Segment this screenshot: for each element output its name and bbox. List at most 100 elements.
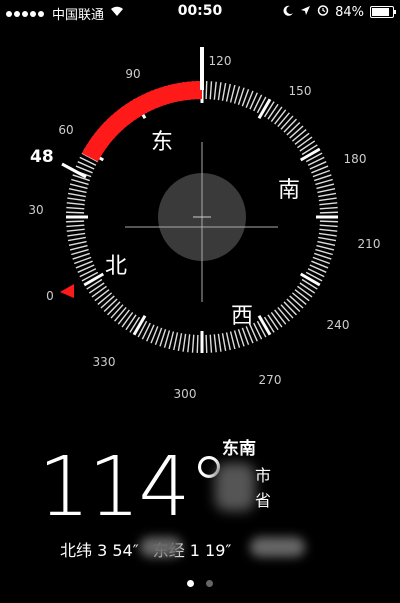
compass-tick <box>299 272 321 287</box>
heading-sector <box>81 81 202 162</box>
compass-tick <box>318 197 337 202</box>
compass-tick <box>316 244 335 251</box>
compass-tick <box>286 122 301 136</box>
compass-tick <box>191 334 195 353</box>
compass-tick <box>100 295 115 309</box>
compass-tick <box>97 292 113 305</box>
degree-label-240: 240 <box>327 318 350 332</box>
compass-tick <box>319 206 338 210</box>
compass-tick <box>71 248 89 256</box>
compass-tick <box>88 282 105 294</box>
compass-tick <box>291 292 307 305</box>
compass-tick <box>107 301 121 316</box>
degree-label-0: 0 <box>46 289 54 303</box>
compass-tick <box>283 118 297 133</box>
compass-tick <box>274 309 287 325</box>
compass-tick <box>299 140 316 152</box>
compass-tick <box>267 103 279 120</box>
cardinal-west: 西 <box>231 304 253 329</box>
city-label: 市 <box>255 466 272 485</box>
cardinal-east: 东 <box>151 130 173 155</box>
compass-tick <box>221 333 227 352</box>
latitude: 北纬 3 54″ <box>60 541 139 560</box>
compass-tick <box>187 334 191 353</box>
province-label: 省 <box>255 491 272 510</box>
compass-tick <box>270 312 283 328</box>
compass-tick <box>67 197 86 202</box>
compass-tick <box>66 202 85 206</box>
heading-degrees: 114° <box>38 440 230 535</box>
battery-icon <box>370 6 396 18</box>
alarm-icon <box>317 4 329 20</box>
compass-tick <box>233 330 241 348</box>
compass-tick <box>83 272 105 287</box>
compass-tick <box>66 211 85 214</box>
compass-tick <box>319 220 338 223</box>
degree-label-120: 120 <box>209 54 232 68</box>
page-dot-2[interactable] <box>205 580 213 587</box>
compass-tick <box>286 298 301 312</box>
compass-tick <box>221 82 227 101</box>
compass-tick <box>318 236 337 242</box>
compass-tick <box>114 306 127 322</box>
cardinal-north: 北 <box>105 254 127 279</box>
compass-tick <box>67 232 86 237</box>
compass-tick <box>117 309 130 325</box>
compass-tick <box>196 334 199 353</box>
degree-label-30: 30 <box>28 203 43 217</box>
battery-percent: 84% <box>335 4 364 20</box>
compass-tick <box>229 331 236 350</box>
compass-tick <box>125 314 137 331</box>
degree-label-300: 300 <box>174 387 197 401</box>
compass-tick <box>315 178 333 186</box>
degree-label-210: 210 <box>358 237 381 251</box>
compass-tick <box>319 202 338 206</box>
moon-icon <box>283 5 294 20</box>
degree-label-150: 150 <box>289 84 312 98</box>
compass-tick <box>291 129 307 142</box>
compass-tick <box>297 285 313 298</box>
compass-dial[interactable]: 48 东 南 西 北 0 30 60 90 120 150 180 210 24… <box>0 22 400 422</box>
compass-tick <box>173 332 179 351</box>
compass-tick <box>267 314 279 331</box>
compass-tick <box>163 330 171 348</box>
compass-tick <box>289 125 304 139</box>
compass-tick <box>168 331 175 350</box>
compass-tick <box>94 289 110 302</box>
compass-tick <box>270 106 283 122</box>
compass-tick <box>213 334 217 353</box>
compass-tick <box>319 228 338 232</box>
compass-tick <box>289 295 304 309</box>
compass-tick <box>233 86 241 104</box>
compass-tick <box>277 112 290 128</box>
page-indicator[interactable] <box>0 572 400 591</box>
compass-tick <box>317 188 336 194</box>
compass-tick <box>316 183 335 190</box>
compass-tick <box>319 211 338 214</box>
compass-tick <box>317 240 336 246</box>
status-bar: 中国联通 00:50 84% <box>0 0 400 23</box>
compass-tick <box>132 314 147 336</box>
compass-tick <box>66 228 85 232</box>
north-triangle-icon <box>60 284 74 298</box>
compass-tick <box>318 192 337 198</box>
compass-tick <box>209 81 213 100</box>
compass-tick <box>229 84 236 103</box>
compass-tick <box>257 98 272 120</box>
compass-tick <box>257 314 272 336</box>
compass-tick <box>66 224 85 228</box>
compass-tick <box>182 333 187 352</box>
compass-tick <box>213 81 217 100</box>
bearing-marker-label: 48 <box>30 147 54 167</box>
page-dot-1[interactable] <box>187 580 195 587</box>
compass-tick <box>280 115 294 130</box>
compass-tick <box>299 282 316 294</box>
compass-tick <box>205 334 208 353</box>
compass-tick <box>71 178 89 186</box>
compass-tick <box>69 183 88 190</box>
degree-label-90: 90 <box>125 67 140 81</box>
redacted-latitude <box>140 537 182 557</box>
compass-tick <box>277 306 290 322</box>
compass-tick <box>225 83 231 102</box>
compass-tick <box>217 333 222 352</box>
